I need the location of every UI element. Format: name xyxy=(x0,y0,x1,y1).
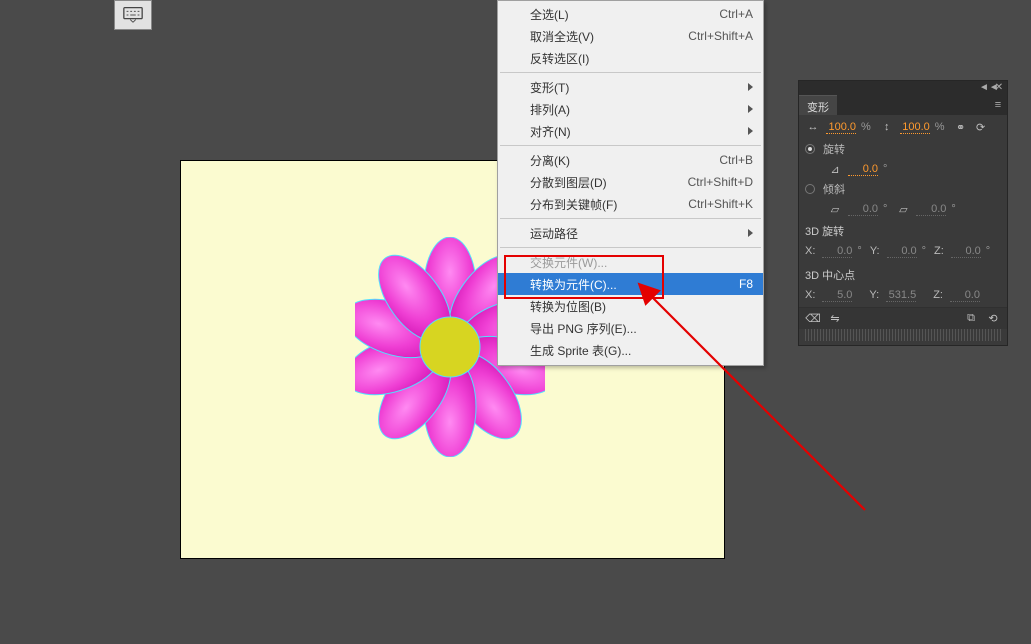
menu-generate-sprite-sheet[interactable]: 生成 Sprite 表(G)... xyxy=(498,339,763,361)
skew-radio[interactable] xyxy=(805,184,815,194)
menu-label: 全选(L) xyxy=(530,6,719,23)
rotate-radio[interactable] xyxy=(805,144,815,154)
scale-width-value[interactable]: 100.0 xyxy=(826,121,856,134)
skew-h-icon: ▱ xyxy=(827,201,843,217)
skew-v-icon: ▱ xyxy=(895,201,911,217)
submenu-arrow-icon xyxy=(748,229,753,237)
rotate-value[interactable]: 0.0 xyxy=(848,163,878,176)
menu-label: 运动路径 xyxy=(530,225,748,242)
menu-label: 导出 PNG 序列(E)... xyxy=(530,320,753,337)
menu-distribute-to-keyframes[interactable]: 分布到关键帧(F) Ctrl+Shift+K xyxy=(498,193,763,215)
unit-label: ° xyxy=(857,245,861,257)
submenu-arrow-icon xyxy=(748,127,753,135)
menu-convert-to-bitmap[interactable]: 转换为位图(B) xyxy=(498,295,763,317)
menu-label: 转换为元件(C)... xyxy=(530,276,739,293)
rot3d-y-value[interactable]: 0.0 xyxy=(887,245,917,258)
panel-options-icon[interactable]: ≡ xyxy=(989,95,1007,115)
menu-arrange[interactable]: 排列(A) xyxy=(498,98,763,120)
rotate-label: 旋转 xyxy=(823,141,845,157)
x-label: X: xyxy=(805,289,815,301)
menu-select-all[interactable]: 全选(L) Ctrl+A xyxy=(498,3,763,25)
unit-label: ° xyxy=(922,245,926,257)
menu-separator xyxy=(500,218,761,219)
duplicate-transform-icon[interactable]: ⧉ xyxy=(963,311,979,327)
menu-label: 取消全选(V) xyxy=(530,28,688,45)
y-label: Y: xyxy=(869,289,879,301)
remove-transform-icon[interactable]: ⌫ xyxy=(805,311,821,327)
menu-separator xyxy=(500,72,761,73)
menu-label: 变形(T) xyxy=(530,79,748,96)
menu-swap-symbol: 交换元件(W)... xyxy=(498,251,763,273)
scale-height-value[interactable]: 100.0 xyxy=(900,121,930,134)
skew-v-value[interactable]: 0.0 xyxy=(916,203,946,216)
section-3d-center: 3D 中心点 xyxy=(799,263,1007,283)
section-3d-rotation: 3D 旋转 xyxy=(799,219,1007,239)
context-menu: 全选(L) Ctrl+A 取消全选(V) Ctrl+Shift+A 反转选区(I… xyxy=(497,0,764,366)
menu-shortcut: Ctrl+B xyxy=(719,153,753,167)
reset-rotate-icon[interactable]: ⟳ xyxy=(973,119,989,135)
menu-break-apart[interactable]: 分离(K) Ctrl+B xyxy=(498,149,763,171)
ctr3d-z-value[interactable]: 0.0 xyxy=(950,289,980,302)
menu-separator xyxy=(500,247,761,248)
panel-collapse-icon[interactable]: ◄◄ xyxy=(979,82,991,93)
menu-distribute-to-layers[interactable]: 分散到图层(D) Ctrl+Shift+D xyxy=(498,171,763,193)
panel-close-icon[interactable]: ✕ xyxy=(993,82,1005,93)
menu-shortcut: Ctrl+Shift+K xyxy=(688,197,753,211)
submenu-arrow-icon xyxy=(748,83,753,91)
width-scale-icon: ↔ xyxy=(805,119,821,135)
menu-label: 转换为位图(B) xyxy=(530,298,753,315)
tab-label: 变形 xyxy=(807,102,829,114)
angle-icon: ⊿ xyxy=(827,161,843,177)
submenu-arrow-icon xyxy=(748,105,753,113)
reset-transform-icon[interactable]: ⟲ xyxy=(985,311,1001,327)
skew-label: 倾斜 xyxy=(823,181,845,197)
z-label: Z: xyxy=(933,289,943,301)
ctr3d-x-value[interactable]: 5.0 xyxy=(822,289,852,302)
menu-label: 分散到图层(D) xyxy=(530,174,688,191)
menu-invert-selection[interactable]: 反转选区(I) xyxy=(498,47,763,69)
menu-label: 分布到关键帧(F) xyxy=(530,196,688,213)
menu-transform[interactable]: 变形(T) xyxy=(498,76,763,98)
menu-separator xyxy=(500,145,761,146)
rot3d-x-value[interactable]: 0.0 xyxy=(822,245,852,258)
unit-label: ° xyxy=(883,163,887,175)
menu-shortcut: Ctrl+Shift+D xyxy=(688,175,753,189)
menu-motion-path[interactable]: 运动路径 xyxy=(498,222,763,244)
menu-shortcut: Ctrl+A xyxy=(719,7,753,21)
unit-label: ° xyxy=(986,245,990,257)
y-label: Y: xyxy=(870,245,880,257)
unit-label: ° xyxy=(883,203,887,215)
x-label: X: xyxy=(805,245,815,257)
menu-shortcut: F8 xyxy=(739,277,753,291)
panel-resize-grip[interactable] xyxy=(805,329,1001,341)
transform-panel: ◄◄ ✕ 变形 ≡ ↔ 100.0 % ↕ 100.0 % ⚭ ⟳ 旋转 ⊿ 0… xyxy=(798,80,1008,346)
menu-shortcut: Ctrl+Shift+A xyxy=(688,29,753,43)
flip-horizontal-icon[interactable]: ⇋ xyxy=(827,311,843,327)
menu-export-png-sequence[interactable]: 导出 PNG 序列(E)... xyxy=(498,317,763,339)
menu-label: 生成 Sprite 表(G)... xyxy=(530,342,753,359)
menu-label: 交换元件(W)... xyxy=(530,254,753,271)
height-scale-icon: ↕ xyxy=(879,119,895,135)
menu-label: 排列(A) xyxy=(530,101,748,118)
skew-h-value[interactable]: 0.0 xyxy=(848,203,878,216)
unit-label: % xyxy=(861,121,871,133)
menu-align[interactable]: 对齐(N) xyxy=(498,120,763,142)
menu-label: 反转选区(I) xyxy=(530,50,753,67)
ctr3d-y-value[interactable]: 531.5 xyxy=(886,289,916,302)
menu-label: 对齐(N) xyxy=(530,123,748,140)
tab-transform[interactable]: 变形 xyxy=(799,95,837,115)
unit-label: ° xyxy=(951,203,955,215)
rot3d-z-value[interactable]: 0.0 xyxy=(951,245,981,258)
menu-deselect-all[interactable]: 取消全选(V) Ctrl+Shift+A xyxy=(498,25,763,47)
keyboard-tool-icon[interactable] xyxy=(114,0,152,30)
constrain-link-icon[interactable]: ⚭ xyxy=(953,119,969,135)
menu-convert-to-symbol[interactable]: 转换为元件(C)... F8 xyxy=(498,273,763,295)
unit-label: % xyxy=(935,121,945,133)
z-label: Z: xyxy=(934,245,944,257)
menu-label: 分离(K) xyxy=(530,152,719,169)
